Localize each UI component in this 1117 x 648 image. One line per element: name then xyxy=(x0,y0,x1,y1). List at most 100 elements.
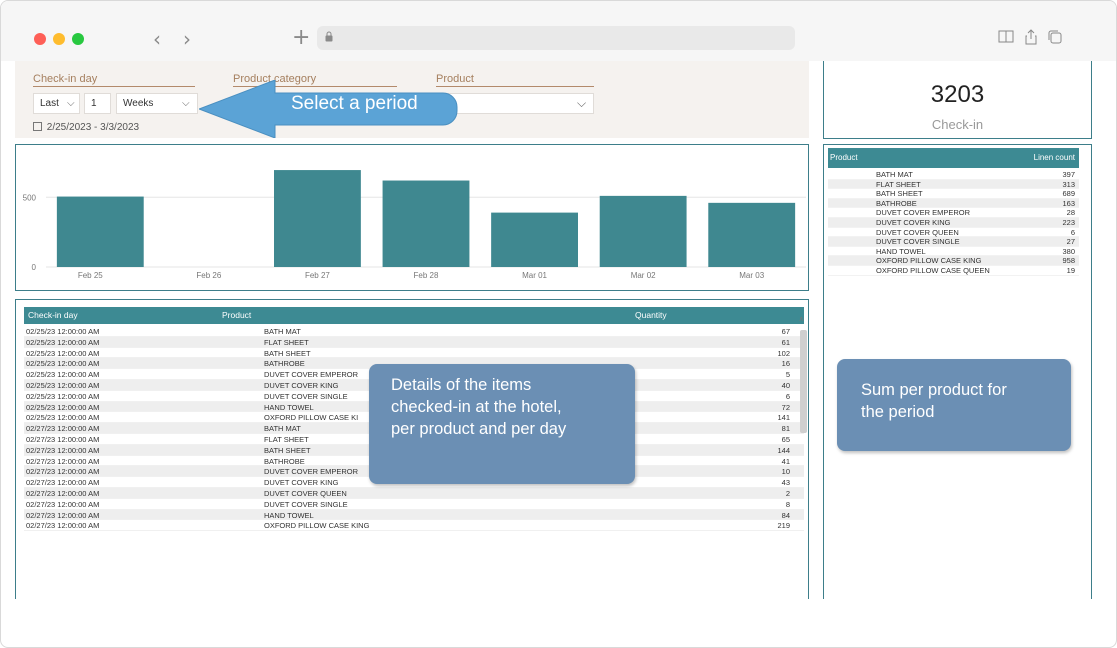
cell-quantity: 67 xyxy=(781,327,790,336)
cell-quantity: 41 xyxy=(781,456,790,466)
bar[interactable] xyxy=(274,170,361,267)
bar[interactable] xyxy=(491,212,578,267)
cell-checkin-day: 02/25/23 12:00:00 AM xyxy=(26,327,100,336)
x-tick-label: Mar 03 xyxy=(739,271,764,280)
cell-checkin-day: 02/27/23 12:00:00 AM xyxy=(26,435,100,444)
cell-quantity: 65 xyxy=(781,435,790,444)
cell-quantity: 16 xyxy=(781,359,790,369)
cell-quantity: 2 xyxy=(785,489,790,498)
table-row[interactable]: 02/27/23 12:00:00 AM HAND TOWEL 84 xyxy=(24,509,804,521)
checkin-kpi-value: 3203 xyxy=(930,81,985,108)
y-tick-label: 500 xyxy=(23,193,37,202)
table-row[interactable]: 02/27/23 12:00:00 AM DUVET COVER SINGLE 8 xyxy=(24,499,804,510)
bar[interactable] xyxy=(382,180,470,267)
x-tick-label: Feb 27 xyxy=(305,271,330,280)
checkin-bar-chart: 0 500 Feb 25 Feb 26 Feb 27 Feb 28 Mar 01 Mar 02… xyxy=(15,144,809,291)
cell-quantity: 43 xyxy=(781,478,790,488)
column-header-linen-count[interactable]: Linen count xyxy=(1034,153,1075,162)
x-tick-label: Mar 01 xyxy=(522,271,547,280)
table-row[interactable]: 02/27/23 12:00:00 AM DUVET COVER QUEEN 2 xyxy=(24,488,804,499)
period-unit-dropdown[interactable]: Weeks ⌵ xyxy=(116,93,198,114)
summary-cell-count: 223 xyxy=(1062,218,1075,227)
period-mode-dropdown[interactable]: Last ⌵ xyxy=(33,93,80,114)
summary-cell-product: BATHROBE xyxy=(876,198,917,208)
column-header-quantity[interactable]: Quantity xyxy=(635,310,667,320)
column-header-product[interactable]: Product xyxy=(222,310,251,320)
summary-row[interactable]: BATHROBE 163 xyxy=(828,198,1079,209)
summary-row[interactable]: HAND TOWEL 380 xyxy=(828,247,1079,257)
back-icon[interactable]: ‹ xyxy=(153,27,161,51)
summary-row[interactable]: BATH MAT 397 xyxy=(828,170,1079,180)
select-period-text: Select a period xyxy=(291,93,418,114)
summary-row[interactable]: DUVET COVER SINGLE 27 xyxy=(828,237,1079,247)
summary-row[interactable]: BATH SHEET 689 xyxy=(828,189,1079,199)
bar[interactable] xyxy=(708,202,796,267)
maximize-window-button[interactable] xyxy=(72,33,84,45)
column-header-product[interactable]: Product xyxy=(830,153,858,162)
cell-quantity: 5 xyxy=(785,370,790,380)
bar[interactable] xyxy=(599,195,687,267)
summary-cell-count: 958 xyxy=(1062,256,1075,266)
tabs-icon[interactable] xyxy=(1047,29,1063,45)
cell-checkin-day: 02/27/23 12:00:00 AM xyxy=(26,521,100,531)
x-tick-label: Feb 28 xyxy=(414,271,439,280)
reader-icon[interactable] xyxy=(998,29,1014,45)
details-callout: Details of the items checked-in at the h… xyxy=(369,364,635,484)
browser-toolbar: ‹ › + xyxy=(1,1,1116,61)
scroll-thumb[interactable] xyxy=(800,330,807,433)
summary-row[interactable]: OXFORD PILLOW CASE QUEEN 19 xyxy=(828,266,1079,276)
cell-checkin-day: 02/27/23 12:00:00 AM xyxy=(26,467,100,477)
cell-product: DUVET COVER EMPEROR xyxy=(264,467,359,477)
browser-window: ‹ › + Check-in day Product category Prod… xyxy=(0,0,1117,648)
date-range-text: 2/25/2023 - 3/3/2023 xyxy=(46,122,140,133)
y-tick-label: 0 xyxy=(32,263,37,272)
cell-product: DUVET COVER SINGLE xyxy=(264,499,348,509)
cell-quantity: 40 xyxy=(781,381,790,390)
summary-cell-product: HAND TOWEL xyxy=(876,246,926,256)
summary-cell-product: DUVET COVER KING xyxy=(876,218,951,227)
checkin-day-label: Check-in day xyxy=(33,73,98,85)
summary-row[interactable]: DUVET COVER KING 223 xyxy=(828,218,1079,228)
summary-cell-count: 28 xyxy=(1066,208,1075,218)
table-row[interactable]: 02/25/23 12:00:00 AM BATH MAT 67 xyxy=(24,326,804,337)
close-window-button[interactable] xyxy=(34,33,46,45)
summary-cell-count: 397 xyxy=(1062,170,1075,179)
lock-icon xyxy=(325,31,333,42)
product-underline xyxy=(436,86,594,87)
summary-row[interactable]: FLAT SHEET 313 xyxy=(828,179,1079,190)
scroll-up-icon[interactable]: ˄ xyxy=(799,315,804,324)
summary-row[interactable]: DUVET COVER QUEEN 6 xyxy=(828,228,1079,238)
details-callout-line: per product and per day xyxy=(391,420,567,438)
cell-quantity: 81 xyxy=(781,424,790,434)
details-table-header: Check-in day Product Quantity xyxy=(24,307,804,324)
cell-quantity: 8 xyxy=(785,499,790,509)
cell-product: FLAT SHEET xyxy=(264,435,309,444)
cell-product: DUVET COVER SINGLE xyxy=(264,391,348,401)
summary-row[interactable]: OXFORD PILLOW CASE KING 958 xyxy=(828,256,1079,266)
table-row[interactable]: 02/27/23 12:00:00 AM OXFORD PILLOW CASE K… xyxy=(24,520,804,532)
share-icon[interactable] xyxy=(1023,29,1039,45)
checkin-kpi-label: Check-in xyxy=(931,117,984,132)
table-row[interactable]: 02/25/23 12:00:00 AM FLAT SHEET 61 xyxy=(24,336,804,348)
period-count-input[interactable]: 1 xyxy=(84,93,111,114)
cell-product: BATH SHEET xyxy=(264,445,311,455)
summary-cell-product: OXFORD PILLOW CASE KING xyxy=(876,256,982,266)
product-dropdown[interactable]: ⌵ xyxy=(436,93,594,114)
period-count-value: 1 xyxy=(91,98,97,109)
cell-product: DUVET COVER KING xyxy=(264,381,339,390)
cell-checkin-day: 02/27/23 12:00:00 AM xyxy=(26,489,100,498)
summary-row[interactable]: DUVET COVER EMPEROR 28 xyxy=(828,208,1079,218)
cell-checkin-day: 02/27/23 12:00:00 AM xyxy=(26,424,100,434)
column-header-checkin-day[interactable]: Check-in day xyxy=(28,310,78,320)
bar[interactable] xyxy=(56,196,144,267)
forward-icon[interactable]: › xyxy=(183,27,191,51)
cell-quantity: 6 xyxy=(785,391,790,401)
address-bar[interactable] xyxy=(317,26,795,50)
cell-checkin-day: 02/25/23 12:00:00 AM xyxy=(26,348,100,358)
table-row[interactable]: 02/25/23 12:00:00 AM BATH SHEET 102 xyxy=(24,348,804,359)
minimize-window-button[interactable] xyxy=(53,33,65,45)
details-scrollbar[interactable]: ˄ xyxy=(799,308,808,598)
new-tab-icon[interactable]: + xyxy=(292,25,310,50)
bar-chart-svg: 0 500 Feb 25 Feb 26 Feb 27 Feb 28 Mar 01 Mar 02… xyxy=(23,170,806,280)
summary-cell-count: 27 xyxy=(1066,237,1075,247)
